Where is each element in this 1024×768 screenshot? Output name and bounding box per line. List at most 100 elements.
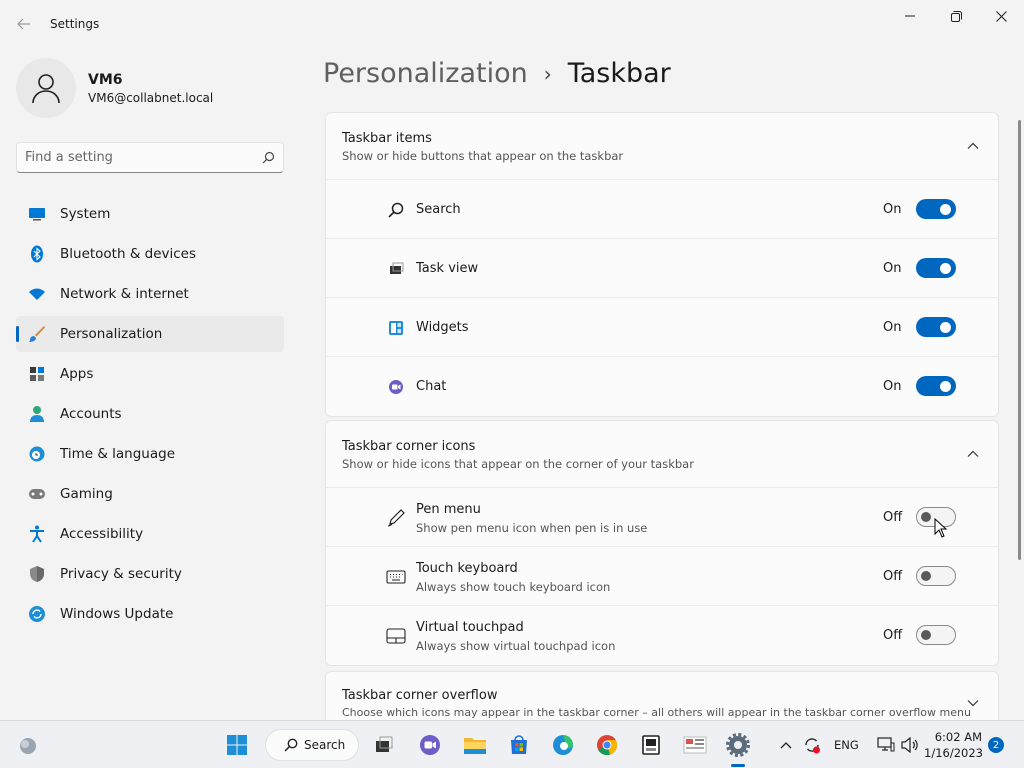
sync-status-button[interactable] (802, 736, 822, 754)
chevron-up-icon (967, 142, 979, 149)
sidebar-item-label: Privacy & security (60, 566, 182, 582)
toggle-state-label: Off (883, 569, 903, 584)
sidebar-item-accounts[interactable]: Accounts (16, 396, 284, 432)
sidebar-item-system[interactable]: System (16, 196, 284, 232)
section-title: Taskbar items (342, 131, 432, 146)
minimize-button[interactable] (887, 0, 933, 32)
minimize-icon (905, 15, 915, 17)
breadcrumb: Personalization › Taskbar (323, 58, 671, 89)
search-icon (284, 738, 298, 752)
input-language-indicator[interactable]: ENG (834, 738, 859, 752)
taskbar-corner-overflow-section[interactable]: Taskbar corner overflow Choose which ico… (325, 671, 999, 721)
search-icon (386, 200, 406, 220)
scrollbar[interactable] (1018, 120, 1021, 560)
sidebar-item-network[interactable]: Network & internet (16, 276, 284, 312)
sidebar-item-apps[interactable]: Apps (16, 356, 284, 392)
toggle-knob (921, 512, 931, 522)
find-setting-input[interactable] (25, 150, 262, 165)
page-title: Taskbar (567, 58, 671, 89)
sidebar-item-gaming[interactable]: Gaming (16, 476, 284, 512)
user-profile[interactable]: VM6 VM6@collabnet.local (16, 58, 213, 118)
start-button[interactable] (221, 729, 253, 761)
sidebar-nav: System Bluetooth & devices Network & int… (16, 196, 284, 636)
network-wired-icon (877, 737, 895, 752)
chrome-browser-button[interactable] (591, 729, 623, 761)
app-button-1[interactable] (635, 729, 667, 761)
bluetooth-icon (28, 245, 46, 263)
monitor-icon (28, 205, 46, 223)
sidebar-item-label: System (60, 206, 111, 222)
taskbar-search-button[interactable]: Search (265, 729, 359, 761)
microsoft-store-button[interactable] (503, 729, 535, 761)
wifi-icon (28, 285, 46, 303)
sidebar-item-label: Bluetooth & devices (60, 246, 197, 262)
chevron-up-icon (780, 742, 792, 749)
sidebar-item-privacy[interactable]: Privacy & security (16, 556, 284, 592)
clock[interactable]: 6:02 AM 1/16/2023 (924, 729, 983, 761)
taskbar-corner-icons-header[interactable]: Taskbar corner icons Show or hide icons … (326, 421, 998, 488)
weather-icon (20, 738, 36, 754)
close-button[interactable] (978, 0, 1024, 32)
person-icon (32, 74, 60, 104)
chat-toggle[interactable] (916, 376, 956, 396)
sidebar-item-label: Gaming (60, 486, 113, 502)
notification-badge[interactable]: 2 (988, 737, 1004, 753)
touchpad-icon (386, 626, 406, 646)
show-hidden-icons-button[interactable] (778, 741, 794, 749)
folder-icon (464, 738, 486, 754)
app-title: Settings (50, 17, 100, 31)
file-explorer-button[interactable] (459, 729, 491, 761)
windows-logo-icon (227, 735, 247, 755)
toggle-knob (921, 630, 931, 640)
edge-browser-button[interactable] (547, 729, 579, 761)
sidebar-item-time-language[interactable]: Time & language (16, 436, 284, 472)
toggle-state-label: On (883, 261, 902, 276)
sidebar-item-label: Apps (60, 366, 94, 382)
sidebar-item-windows-update[interactable]: Windows Update (16, 596, 284, 632)
task-view-toggle[interactable] (916, 258, 956, 278)
back-button[interactable] (10, 10, 38, 38)
app-button-2[interactable] (679, 729, 711, 761)
virtual-touchpad-toggle[interactable] (916, 625, 956, 645)
clock-date: 1/16/2023 (924, 746, 983, 760)
row-label: Task view (416, 261, 479, 276)
touch-keyboard-toggle[interactable] (916, 566, 956, 586)
volume-button[interactable] (901, 737, 919, 753)
sidebar-item-label: Accessibility (60, 526, 144, 542)
widgets-icon (386, 318, 406, 338)
brush-icon (28, 325, 46, 343)
toggle-knob (940, 322, 951, 333)
system-tray: ENG (778, 721, 919, 768)
row-label: Widgets (416, 320, 469, 335)
settings-app-button[interactable] (722, 729, 754, 761)
sidebar-item-personalization[interactable]: Personalization (16, 316, 284, 352)
toggle-knob (921, 571, 931, 581)
globe-clock-icon (28, 445, 46, 463)
row-description: Always show virtual touchpad icon (416, 639, 616, 653)
breadcrumb-parent[interactable]: Personalization (323, 58, 528, 89)
chat-button[interactable] (414, 729, 446, 761)
taskbar-items-header[interactable]: Taskbar items Show or hide buttons that … (326, 113, 998, 180)
person-icon (28, 405, 46, 423)
title-bar: Settings (0, 0, 1024, 40)
toggle-state-label: On (883, 320, 902, 335)
shield-icon (28, 565, 46, 583)
widgets-toggle[interactable] (916, 317, 956, 337)
app-document-icon (683, 736, 707, 754)
sidebar-item-accessibility[interactable]: Accessibility (16, 516, 284, 552)
taskbar-corner-icons-section: Taskbar corner icons Show or hide icons … (325, 420, 999, 666)
search-toggle[interactable] (916, 199, 956, 219)
restore-button[interactable] (933, 0, 979, 32)
row-label: Search (416, 202, 461, 217)
sidebar-item-bluetooth[interactable]: Bluetooth & devices (16, 236, 284, 272)
edge-icon (553, 735, 573, 755)
taskbar-item-row-search: Search On (326, 180, 998, 239)
task-view-button[interactable] (368, 729, 400, 761)
weather-widget-button[interactable] (12, 729, 44, 761)
keyboard-icon (386, 567, 406, 587)
find-setting-box[interactable] (16, 142, 284, 173)
avatar (16, 58, 76, 118)
corner-icon-row-virtual-touchpad: Virtual touchpad Always show virtual tou… (326, 606, 998, 665)
network-status-button[interactable] (877, 737, 895, 753)
clock-time: 6:02 AM (934, 730, 982, 744)
